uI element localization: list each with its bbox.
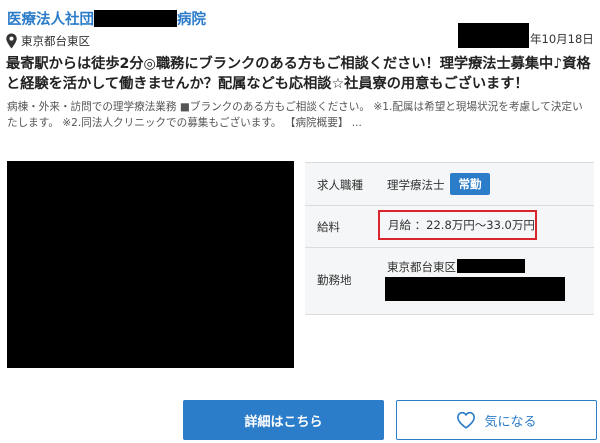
clinic-name-suffix: 病院 — [177, 12, 206, 28]
redacted-block — [385, 277, 565, 301]
salary-highlight: 月給 ：22.8万円〜33.0万円 — [378, 210, 537, 240]
employment-badge: 常勤 — [450, 173, 490, 195]
map-pin-icon — [6, 33, 17, 49]
info-row-workplace: 勤務地 東京都台東区 — [305, 248, 594, 315]
location-text: 東京都台東区 — [21, 34, 90, 48]
job-type-label: 求人職種 — [317, 178, 363, 192]
job-photo — [7, 161, 294, 368]
clinic-name-prefix: 医療法人社団 — [7, 12, 94, 28]
job-type-value: 理学療法士 — [387, 178, 445, 192]
job-description: 病棟・外来・訪問での理学療法業務 ■ブランクのある方もご相談ください。 ※1.配… — [7, 101, 583, 129]
location-row: 東京都台東区 — [5, 32, 90, 50]
info-row-job-type: 求人職種 理学療法士 常勤 — [305, 163, 594, 206]
job-info-table: 求人職種 理学療法士 常勤 給料 月給 ：22.8万円〜33.0万円 勤務地 東… — [305, 162, 594, 315]
favorite-label: 気になる — [484, 414, 537, 430]
heart-icon — [457, 411, 476, 429]
detail-button[interactable]: 詳細はこちら — [183, 400, 384, 440]
redacted-block — [94, 10, 177, 27]
clinic-name-link[interactable]: 医療法人社団 病院 — [7, 8, 206, 29]
salary-value: 月給 ：22.8万円〜33.0万円 — [388, 218, 535, 232]
info-row-salary: 給料 月給 ：22.8万円〜33.0万円 — [305, 206, 594, 248]
redacted-block — [458, 23, 529, 48]
favorite-button[interactable]: 気になる — [396, 400, 597, 440]
salary-label: 給料 — [317, 220, 340, 234]
workplace-label: 勤務地 — [317, 273, 352, 287]
job-headline[interactable]: 最寄駅からは徒歩2分◎職務にブランクのある方もご相談ください！理学療法士募集中♪… — [6, 55, 596, 94]
posted-date: 年10月18日 — [530, 32, 594, 46]
redacted-block — [457, 259, 525, 273]
workplace-value: 東京都台東区 — [387, 260, 456, 274]
